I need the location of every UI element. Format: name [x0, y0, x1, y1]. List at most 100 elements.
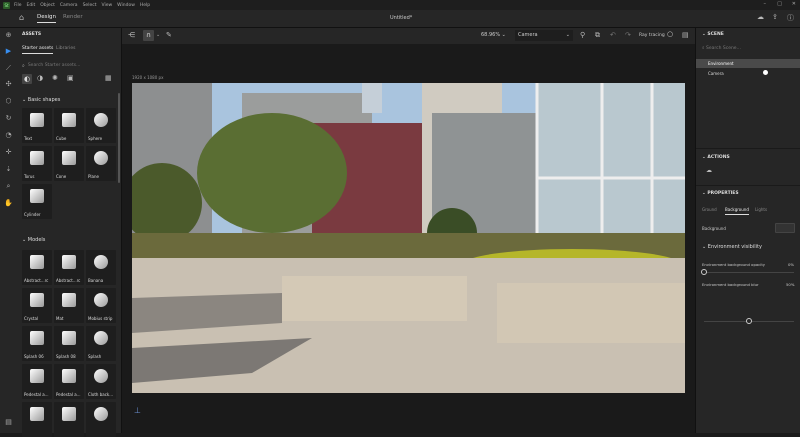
- camera-select[interactable]: Camera ⌄: [515, 30, 573, 41]
- viewport[interactable]: 1920 x 1080 px ⊥: [122, 44, 695, 433]
- filter-materials-icon[interactable]: ◑: [37, 74, 43, 82]
- asset-tile[interactable]: Pedestal a...: [22, 364, 52, 399]
- asset-thumbnail: [62, 151, 76, 165]
- filter-shapes-icon[interactable]: ◐: [22, 74, 32, 84]
- camera-add-icon[interactable]: ⚲: [580, 31, 585, 39]
- tab-background[interactable]: Background: [725, 207, 749, 215]
- add-icon[interactable]: ⊕: [4, 31, 13, 40]
- archive-icon[interactable]: ▤: [4, 418, 13, 427]
- asset-tile[interactable]: Abstract...rc: [22, 250, 52, 285]
- snap-magnet-icon[interactable]: ∩: [143, 30, 154, 41]
- menu-file[interactable]: File: [14, 3, 22, 8]
- grid-view-icon[interactable]: ▦: [105, 74, 112, 82]
- tab-design[interactable]: Design: [37, 14, 56, 23]
- asset-tile[interactable]: Cylinder: [22, 184, 52, 219]
- menu-camera[interactable]: Camera: [60, 3, 78, 8]
- asset-tile[interactable]: Splash 08: [54, 326, 84, 361]
- models-header[interactable]: ⌄ Models: [22, 237, 45, 243]
- cloud-sync-icon[interactable]: ☁: [757, 13, 764, 21]
- render-preview-icon[interactable]: ▤: [682, 31, 689, 39]
- asset-tile[interactable]: Banana: [86, 250, 116, 285]
- opacity-slider-thumb[interactable]: [701, 269, 707, 275]
- asset-tile[interactable]: [86, 402, 116, 437]
- assets-search-input[interactable]: Search Starter assets...: [28, 63, 81, 68]
- asset-tile[interactable]: Cube: [54, 108, 84, 143]
- env-visibility-header[interactable]: ⌄ Environment visibility: [702, 244, 762, 250]
- actions-header[interactable]: ⌄ ACTIONS: [702, 155, 730, 160]
- zoom-level[interactable]: 68.96% ⌄: [481, 32, 506, 38]
- asset-tile[interactable]: Mat: [54, 288, 84, 323]
- scene-graph-icon[interactable]: ⋲: [128, 31, 135, 39]
- share-icon[interactable]: ⇪: [772, 13, 778, 21]
- menu-view[interactable]: View: [101, 3, 112, 8]
- asset-tile[interactable]: Sphere: [86, 108, 116, 143]
- tab-libraries[interactable]: Libraries: [56, 46, 75, 51]
- undo-view-icon[interactable]: ↶: [610, 31, 616, 39]
- dolly-icon[interactable]: ⇣: [4, 165, 13, 174]
- asset-thumbnail: [62, 407, 76, 421]
- asset-thumbnail: [94, 369, 108, 383]
- active-camera-indicator[interactable]: [763, 70, 768, 75]
- basic-shapes-header[interactable]: ⌄ Basic shapes: [22, 97, 60, 103]
- background-color-swatch[interactable]: [775, 223, 795, 233]
- asset-thumbnail: [30, 293, 44, 307]
- asset-tile[interactable]: Text: [22, 108, 52, 143]
- filter-lights-icon[interactable]: ✺: [52, 74, 58, 82]
- scene-header[interactable]: ⌄ SCENE: [702, 32, 724, 37]
- asset-tile[interactable]: [54, 402, 84, 437]
- menu-window[interactable]: Window: [117, 3, 135, 8]
- filter-images-icon[interactable]: ▣: [67, 74, 74, 82]
- cube-icon[interactable]: ⬡: [4, 97, 13, 106]
- scene-search[interactable]: ⌕ Search Scene...: [702, 45, 741, 51]
- transform-icon[interactable]: ✣: [4, 80, 13, 89]
- asset-tile[interactable]: Plane: [86, 146, 116, 181]
- ray-tracing-toggle[interactable]: ○: [667, 30, 673, 38]
- tab-ground[interactable]: Ground: [702, 207, 717, 212]
- properties-header[interactable]: ⌄ PROPERTIES: [702, 191, 739, 196]
- close-icon[interactable]: ✕: [792, 1, 796, 7]
- opacity-slider-track[interactable]: [704, 272, 794, 273]
- pan-hand-icon[interactable]: ✋: [4, 199, 13, 208]
- menu-help[interactable]: Help: [140, 3, 150, 8]
- assets-scrollbar[interactable]: [118, 93, 120, 183]
- magic-wand-icon[interactable]: ⟋: [4, 64, 13, 73]
- menu-object[interactable]: Object: [40, 3, 55, 8]
- blur-slider-thumb[interactable]: [746, 318, 752, 324]
- orbit-icon[interactable]: ◔: [4, 131, 13, 140]
- camera-frame-icon[interactable]: ⧉: [595, 31, 600, 40]
- asset-tile[interactable]: [22, 402, 52, 437]
- scene-item-environment[interactable]: Environment: [696, 59, 800, 68]
- tab-render[interactable]: Render: [63, 14, 83, 20]
- asset-tile[interactable]: Splash: [86, 326, 116, 361]
- zoom-icon[interactable]: ⌕: [4, 182, 13, 191]
- opacity-label: Environment background opacity: [702, 262, 766, 267]
- edit-icon[interactable]: ✎: [166, 31, 172, 39]
- asset-tile[interactable]: Abstract...rc: [54, 250, 84, 285]
- asset-tile[interactable]: Torus: [22, 146, 52, 181]
- action-icon[interactable]: ☁: [706, 167, 712, 174]
- maximize-icon[interactable]: □: [777, 1, 782, 7]
- minimize-icon[interactable]: –: [764, 1, 767, 7]
- asset-tile[interactable]: Splash 06: [22, 326, 52, 361]
- menu-edit[interactable]: Edit: [27, 3, 36, 8]
- select-tool-icon[interactable]: ▶: [4, 47, 13, 56]
- tab-lights[interactable]: Lights: [755, 207, 767, 212]
- help-icon[interactable]: ⓘ: [787, 13, 794, 23]
- asset-tile[interactable]: Cone: [54, 146, 84, 181]
- asset-tile[interactable]: Pedestal a...: [54, 364, 84, 399]
- menu-select[interactable]: Select: [83, 3, 97, 8]
- scene-search-input[interactable]: Search Scene...: [706, 46, 741, 51]
- assets-search[interactable]: ⌕ Search Starter assets...: [22, 61, 114, 70]
- rotate-icon[interactable]: ↻: [4, 114, 13, 123]
- asset-tile[interactable]: Crystal: [22, 288, 52, 323]
- tab-starter-assets[interactable]: Starter assets: [22, 46, 54, 54]
- asset-tile[interactable]: Cloth back...: [86, 364, 116, 399]
- home-icon[interactable]: ⌂: [19, 13, 24, 22]
- asset-thumbnail: [94, 255, 108, 269]
- asset-tile[interactable]: Mobius strip: [86, 288, 116, 323]
- move-icon[interactable]: ✛: [4, 148, 13, 157]
- scene-item-camera[interactable]: Camera: [696, 69, 800, 78]
- asset-label: Mat: [56, 316, 64, 321]
- chevron-down-icon[interactable]: ⌄: [156, 32, 160, 38]
- redo-view-icon[interactable]: ↷: [625, 31, 631, 39]
